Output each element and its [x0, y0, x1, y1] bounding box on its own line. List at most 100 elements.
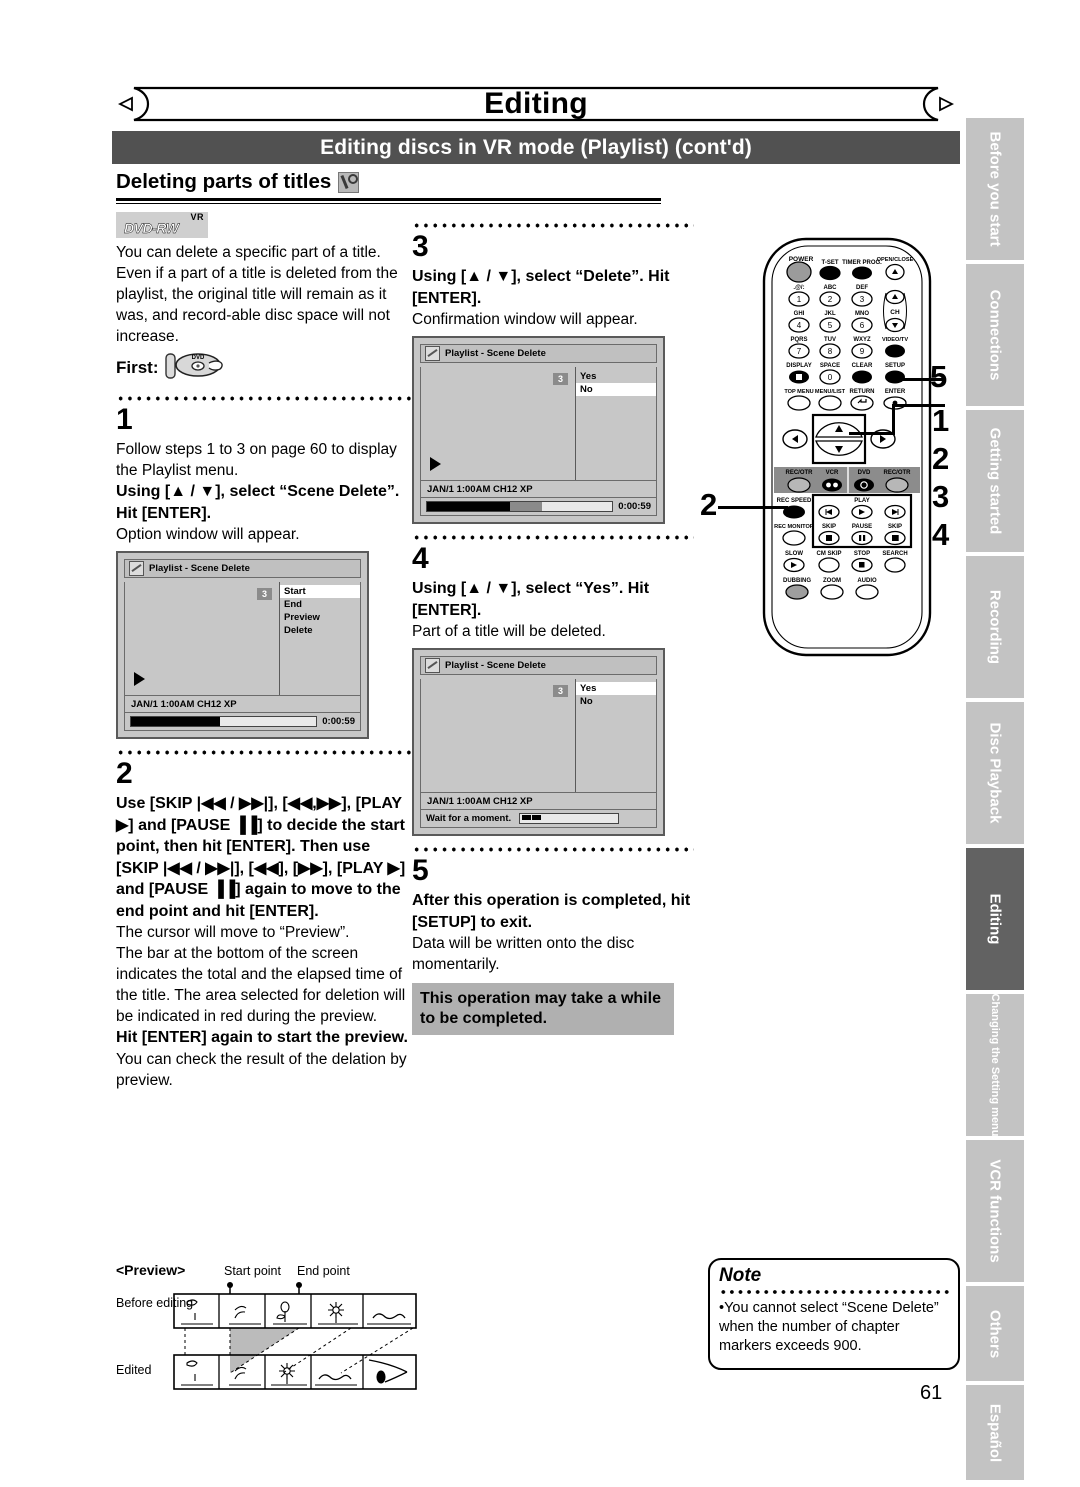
note-divider — [719, 1288, 949, 1296]
svg-text:REC SPEED: REC SPEED — [777, 498, 812, 504]
osd-option-end[interactable]: End — [280, 598, 360, 611]
osd-option-preview[interactable]: Preview — [280, 611, 360, 624]
rail-tab-label: Español — [986, 1403, 1004, 1462]
step-divider-4 — [412, 533, 694, 542]
osd-option-yes[interactable]: Yes — [576, 682, 656, 695]
osd-wait-text: Wait for a moment. — [426, 813, 512, 824]
operation-warning-box: This operation may take a while to be co… — [412, 983, 674, 1035]
operation-warning-text: This operation may take a while to be co… — [420, 990, 661, 1027]
edited-label: Edited — [116, 1363, 152, 1377]
callout-4: 4 — [932, 517, 950, 552]
rail-tab-changing-setting-menu[interactable]: Changing the Setting menu — [966, 994, 1024, 1137]
rail-tab-label: Getting started — [986, 427, 1004, 535]
rail-tab-disc-playback[interactable]: Disc Playback — [966, 702, 1024, 844]
step-divider-1 — [116, 394, 412, 403]
step-number-1: 1 — [116, 403, 133, 436]
svg-text:DVD: DVD — [191, 355, 204, 361]
scene-delete-icon — [425, 658, 440, 673]
osd-info-row: JAN/1 1:00AM CH12 XP — [420, 481, 657, 498]
progress-bar — [130, 716, 318, 727]
step-2-body-2: The bar at the bottom of the screen indi… — [116, 945, 406, 1025]
step-number-5: 5 — [412, 854, 429, 887]
rail-tab-connections[interactable]: Connections — [966, 264, 1024, 406]
osd-option-start[interactable]: Start — [280, 585, 360, 598]
svg-text:.@/:: .@/: — [793, 285, 804, 291]
osd-titlebar: Playlist - Scene Delete — [124, 559, 361, 578]
callout-3: 3 — [932, 479, 950, 514]
step-number-2: 2 — [116, 757, 133, 790]
svg-text:TUV: TUV — [824, 337, 836, 343]
svg-text:9: 9 — [860, 347, 865, 356]
svg-text:AUDIO: AUDIO — [857, 578, 877, 584]
osd-option-no[interactable]: No — [576, 695, 656, 708]
rail-tab-label: Before you start — [986, 131, 1004, 247]
rail-tab-label: Others — [986, 1309, 1004, 1358]
callout-5: 5 — [930, 359, 948, 394]
subsection-heading: Deleting parts of titles — [116, 168, 656, 196]
svg-text:5: 5 — [828, 321, 833, 330]
osd-screen-step1: Playlist - Scene Delete 3 Start End Prev… — [116, 551, 369, 739]
callout-line-2-left — [718, 506, 788, 509]
osd-option-delete[interactable]: Delete — [280, 624, 360, 637]
svg-text:2: 2 — [828, 295, 833, 304]
callout-1: 1 — [932, 403, 950, 438]
osd-body: 3 Yes No — [420, 679, 657, 793]
rail-tab-before-you-start[interactable]: Before you start — [966, 118, 1024, 260]
svg-text:7: 7 — [797, 347, 802, 356]
svg-text:REC/OTR: REC/OTR — [884, 470, 912, 476]
rail-tab-label: Editing — [986, 893, 1004, 945]
section-bar: Editing discs in VR mode (Playlist) (con… — [112, 131, 960, 164]
svg-text:OPEN/CLOSE: OPEN/CLOSE — [877, 257, 914, 263]
step-divider-5 — [412, 845, 694, 854]
note-title: Note — [719, 1265, 762, 1286]
svg-text:CLEAR: CLEAR — [852, 363, 873, 369]
svg-text:ZOOM: ZOOM — [823, 578, 841, 584]
osd-info-text: JAN/1 1:00AM CH12 XP — [131, 698, 237, 710]
svg-text:4: 4 — [797, 321, 802, 330]
svg-text:0: 0 — [828, 373, 833, 382]
page-number: 61 — [920, 1382, 943, 1404]
rail-tab-others[interactable]: Others — [966, 1286, 1024, 1381]
osd-option-yes[interactable]: Yes — [576, 370, 656, 383]
svg-text:DISPLAY: DISPLAY — [786, 363, 811, 369]
osd-progress-row: 0:00:59 — [420, 498, 657, 516]
rail-tab-vcr-functions[interactable]: VCR functions — [966, 1140, 1024, 1282]
osd-option-no[interactable]: No — [576, 383, 656, 396]
step-number-3: 3 — [412, 230, 429, 263]
osd-option-list: Start End Preview Delete — [280, 582, 360, 695]
svg-text:TOP MENU: TOP MENU — [784, 389, 813, 395]
rail-tab-label: Disc Playback — [986, 722, 1004, 824]
rail-tab-editing[interactable]: Editing — [966, 848, 1024, 990]
svg-text:REC/OTR: REC/OTR — [786, 470, 814, 476]
osd-title-text: Playlist - Scene Delete — [445, 660, 546, 671]
callout-2-left: 2 — [700, 487, 718, 522]
svg-text:T-SET: T-SET — [821, 260, 838, 266]
osd-chapter-chip: 3 — [552, 373, 568, 385]
osd-info-text: JAN/1 1:00AM CH12 XP — [427, 795, 533, 807]
svg-text:6: 6 — [860, 321, 865, 330]
svg-text:JKL: JKL — [824, 311, 836, 317]
wrench-icon — [338, 171, 360, 193]
rail-tab-getting-started[interactable]: Getting started — [966, 410, 1024, 552]
svg-text:STOP: STOP — [854, 551, 870, 557]
osd-progress-row: 0:00:59 — [124, 713, 361, 731]
svg-text:MENU/LIST: MENU/LIST — [815, 389, 846, 395]
preview-filmstrip — [173, 1282, 417, 1390]
svg-text:PAUSE: PAUSE — [852, 524, 872, 530]
badge-vr-label: VR — [190, 212, 204, 222]
osd-info-row: JAN/1 1:00AM CH12 XP — [124, 696, 361, 713]
rail-tab-label: Recording — [986, 589, 1004, 665]
first-label: First: — [116, 357, 159, 377]
wait-progress-bar — [519, 813, 620, 824]
svg-text:RETURN: RETURN — [850, 389, 875, 395]
rail-tab-recording[interactable]: Recording — [966, 556, 1024, 698]
manual-page: Editing Editing discs in VR mode (Playli… — [0, 0, 1080, 1487]
osd-preview-pane: 3 — [421, 367, 576, 480]
step-5-bold: After this operation is completed, hit [… — [412, 892, 691, 931]
osd-preview-pane: 3 — [421, 679, 576, 792]
rail-tab-espanol[interactable]: Español — [966, 1385, 1024, 1480]
step-4-bold: Using [▲ / ▼], select “Yes”. Hit [ENTER]… — [412, 580, 650, 619]
svg-text:DUBBING: DUBBING — [783, 578, 811, 584]
svg-text:VIDEO/TV: VIDEO/TV — [882, 337, 908, 343]
step-2-bold-2: Hit [ENTER] again to start the preview. — [116, 1029, 408, 1046]
